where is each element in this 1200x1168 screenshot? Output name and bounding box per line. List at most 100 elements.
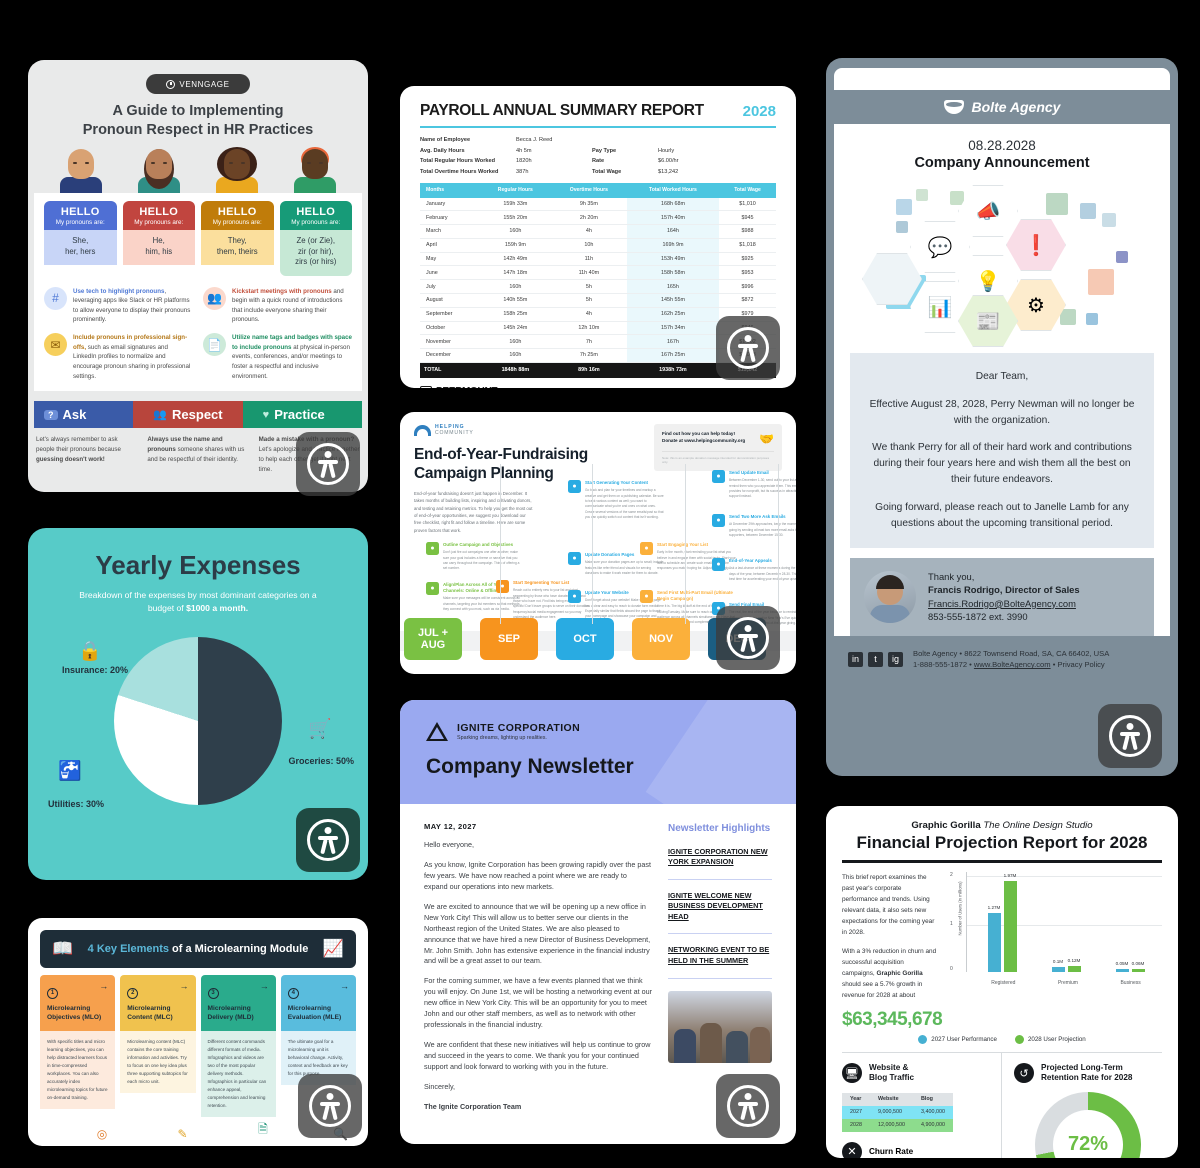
accessibility-widget[interactable] <box>1098 704 1162 768</box>
accessibility-person-icon <box>1109 715 1151 757</box>
logo-text: PEERMOUNT <box>436 386 498 388</box>
node-title: Start Engaging Your List <box>657 542 709 547</box>
website-traffic-section: 🖥 Website & Blog Traffic Year Website Blo… <box>842 1052 1002 1158</box>
table-row: January 159h 33m 9h 35m 168h 68m $1,010 <box>420 197 776 212</box>
lock-icon: 🔒 <box>78 640 102 662</box>
accessibility-widget[interactable] <box>296 432 360 496</box>
email-link[interactable]: Francis.Rodrigo@BolteAgency.com <box>928 598 1076 609</box>
tip-lead: Kickstart meetings with pronouns <box>232 287 332 295</box>
y-tick-2: 2 <box>950 871 953 878</box>
user-bar-chart: 2 1 0 Number of Users (in millions) 1.27… <box>950 871 1162 990</box>
month-box[interactable]: SEP <box>480 618 538 660</box>
linkedin-icon[interactable]: in <box>848 651 863 667</box>
instagram-icon[interactable]: ig <box>888 651 903 667</box>
callout-fine-print: Note: this is an example donation messag… <box>662 450 774 464</box>
financial-summary: This brief report examines the past year… <box>842 873 943 1030</box>
x-tick-labels: Registered Premium Business <box>970 980 1162 986</box>
financial-projection-card[interactable]: Graphic Gorilla The Online Design Studio… <box>826 806 1178 1158</box>
node-title: Send Two More Ask Emails <box>729 514 786 519</box>
pronoun-guide-card[interactable]: VENNGAGE A Guide to Implementing Pronoun… <box>28 60 368 492</box>
question-bubble-icon: ? <box>44 409 58 420</box>
pie-chart <box>114 636 282 805</box>
node-body: Don't just fire out campaigns one after … <box>443 550 520 571</box>
bolte-announcement-card[interactable]: Bolte Agency 08.28.2028 Company Announce… <box>826 58 1178 776</box>
hello-pronouns: He, him, his <box>122 230 195 266</box>
newsletter-title: Company Newsletter <box>426 755 634 778</box>
hello-sub: My pronouns are: <box>291 219 341 227</box>
divider <box>668 878 772 880</box>
highlight-link[interactable]: IGNITE CORPORATION NEW YORK EXPANSION <box>668 847 772 868</box>
hello-card-ze: HELLO My pronouns are: Ze (or Zie), zir (… <box>279 201 352 276</box>
y-tick-1: 1 <box>950 920 953 927</box>
y-tick-0: 0 <box>950 965 953 972</box>
hand-coin-icon: 🤝 <box>759 432 774 446</box>
table-row: July 160h 5h 165h $996 <box>420 279 776 294</box>
node-title: Start Segmenting Your List <box>513 580 570 585</box>
ask-respect-practice-bar: ? Ask 👥 Respect ♥ Practice <box>34 401 362 429</box>
screenshot-stage: VENNGAGE A Guide to Implementing Pronoun… <box>0 0 1200 1168</box>
title-line-2: Pronoun Respect in HR Practices <box>82 121 314 138</box>
accessibility-widget[interactable] <box>296 808 360 872</box>
hello-sub: My pronouns are: <box>55 219 105 227</box>
fundraising-lead: End-of-year fundraising doesn't just hap… <box>414 491 533 533</box>
tip-item: # Use tech to highlight pronouns, levera… <box>44 286 193 325</box>
highlight-link[interactable]: IGNITE WELCOME NEW BUSINESS DEVELOPMENT … <box>668 891 772 923</box>
bar-value-label: 0.06M <box>1131 960 1145 966</box>
accessibility-person-icon <box>309 1085 351 1127</box>
timeline-line <box>592 464 593 624</box>
arrow-label: Respect <box>172 407 223 423</box>
month-box[interactable]: JUL + AUG <box>404 618 462 660</box>
message-paragraph: Going forward, please reach out to Janel… <box>875 501 1129 529</box>
accessibility-widget[interactable] <box>716 316 780 380</box>
plus-icon: ● <box>712 514 725 527</box>
payroll-header: PAYROLL ANNUAL SUMMARY REPORT 2028 <box>420 102 776 128</box>
timeline-node: ● Send Update Email Between December 1-30,… <box>712 470 796 500</box>
tip-item: ✉ Include pronouns in professional sign-… <box>44 333 193 381</box>
paragraph: As you know, Ignite Corporation has been… <box>424 859 651 891</box>
bar: 0.1M <box>1051 959 1065 972</box>
arrow-text-ask: Let's always remember to ask people thei… <box>36 436 121 463</box>
accessibility-widget[interactable] <box>716 606 780 670</box>
chat-hex-icon: 💬 <box>910 221 970 273</box>
node-title: Send Update Email <box>729 470 769 475</box>
company-name: IGNITE CORPORATION <box>457 722 581 734</box>
privacy-link[interactable]: • Privacy Policy <box>1051 660 1105 669</box>
donate-callout[interactable]: Find out how you can help today! Donate … <box>654 424 782 471</box>
node-title: Start Generating Your Content <box>585 480 649 485</box>
accessibility-widget[interactable] <box>716 1074 780 1138</box>
node-body: Ask a last-chance at these moments durin… <box>729 566 796 581</box>
bar-value-label: 0.1M <box>1052 958 1064 964</box>
highlights-title: Newsletter Highlights <box>668 823 771 834</box>
paragraph: For the coming summer, we have a few eve… <box>424 976 652 1030</box>
cart-icon: 🛒 <box>308 718 332 740</box>
tips-grid: # Use tech to highlight pronouns, levera… <box>44 286 352 381</box>
website-link[interactable]: www.BolteAgency.com <box>974 660 1051 669</box>
hello-label: HELLO <box>296 206 336 219</box>
callout-line-1: Find out how you can help today! <box>662 431 735 436</box>
newsletter-date: MAY 12, 2027 <box>424 822 477 831</box>
person-1 <box>58 149 104 194</box>
element-title: Microlearning Delivery (MLD) <box>207 1005 254 1021</box>
message-paragraph: We thank Perry for all of their hard wor… <box>872 442 1132 486</box>
signature-block: Thank you, Francis Rodrigo, Director of … <box>850 557 1154 636</box>
accessibility-person-icon <box>727 617 769 659</box>
month-box[interactable]: NOV <box>632 618 690 660</box>
element-body: Different content commands different for… <box>200 1030 276 1118</box>
bar: 0.05M <box>1115 961 1129 972</box>
paragraph: We are confident that these new initiati… <box>424 1040 651 1071</box>
arrow-right-icon: → <box>99 981 109 991</box>
step-number: 4 <box>287 987 299 999</box>
illustration-people <box>28 147 368 194</box>
highlight-link[interactable]: NETWORKING EVENT TO BE HELD IN THE SUMME… <box>668 945 772 966</box>
arrow-practice: ♥ Practice <box>242 401 362 429</box>
timeline-node: ● Send Two More Ask Emails At December 29t… <box>712 514 796 538</box>
month-box[interactable]: OCT <box>556 618 614 660</box>
twitter-icon[interactable]: t <box>868 651 883 667</box>
expenses-subtitle: Breakdown of the expenses by most domina… <box>79 590 317 613</box>
megaphone-hex-icon: 📣 <box>958 185 1018 237</box>
closing: Sincerely, <box>424 1081 456 1091</box>
send-icon: ● <box>640 590 653 603</box>
tip-item: 👥 Kickstart meetings with pronouns and b… <box>203 286 352 325</box>
element-column-2: → 2 Microlearning Content (MLC) Microlearn… <box>120 975 196 1146</box>
accessibility-widget[interactable] <box>298 1074 362 1138</box>
